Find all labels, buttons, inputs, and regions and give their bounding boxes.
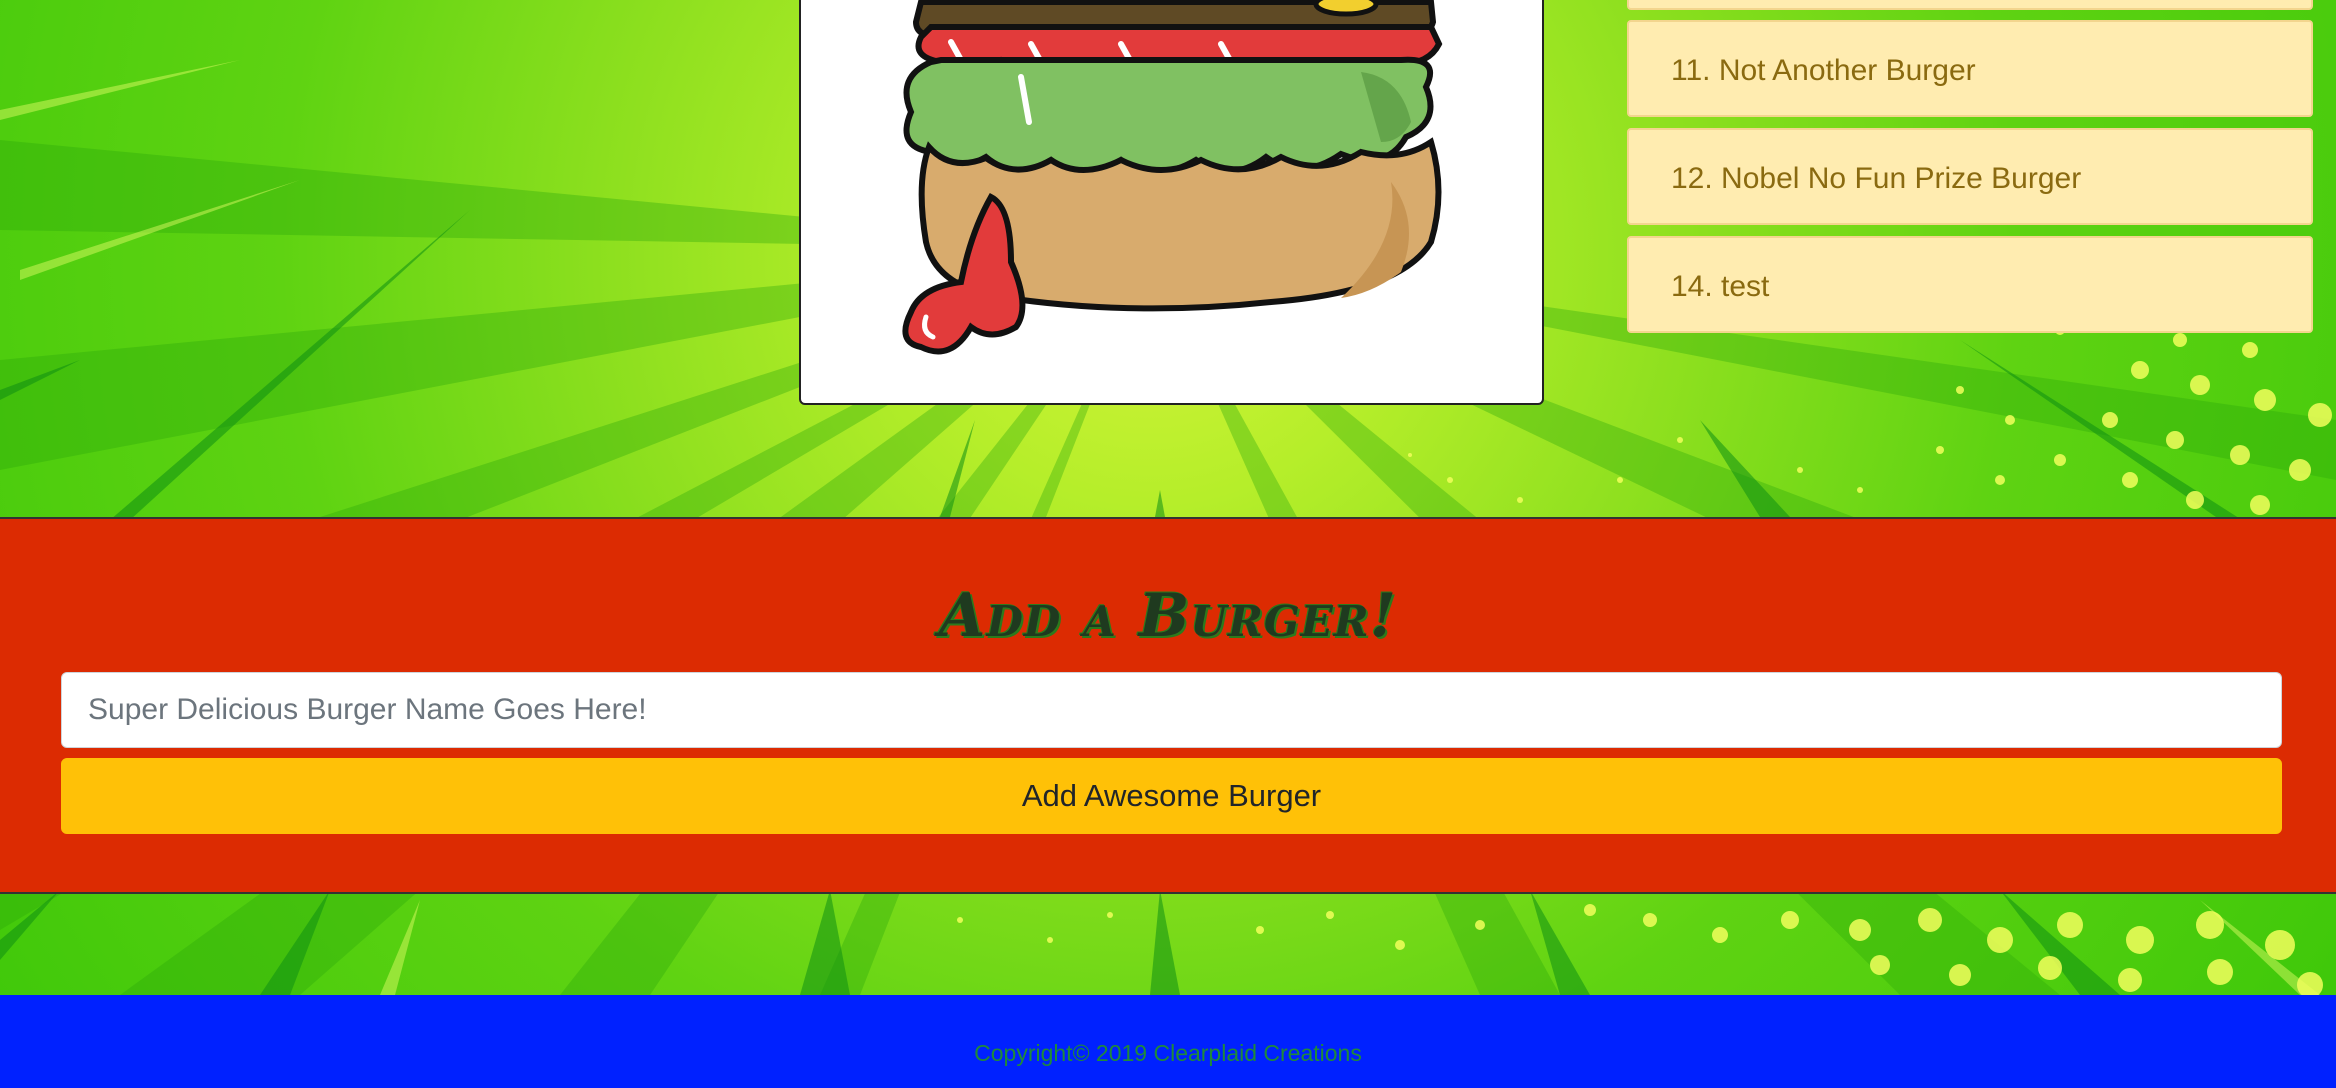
- copyright-text: Copyright© 2019 Clearplaid Creations: [974, 1040, 1362, 1066]
- add-burger-button[interactable]: Add Awesome Burger: [61, 758, 2282, 834]
- burger-image: [799, 0, 1544, 405]
- list-item-label: 12. Nobel No Fun Prize Burger: [1671, 162, 2082, 195]
- burger-name-input[interactable]: [61, 672, 2282, 748]
- list-item[interactable]: [1627, 0, 2313, 10]
- add-burger-title: Add a Burger!: [938, 581, 1398, 651]
- list-item[interactable]: 12. Nobel No Fun Prize Burger: [1627, 128, 2313, 225]
- add-burger-section: Add a Burger! Add Awesome Burger: [0, 517, 2336, 894]
- footer: Copyright© 2019 Clearplaid Creations: [0, 995, 2336, 1088]
- list-item-label: 14. test: [1671, 270, 1770, 303]
- list-item[interactable]: 11. Not Another Burger: [1627, 20, 2313, 117]
- burger-illustration-icon: [902, 0, 1443, 355]
- list-item[interactable]: 14. test: [1627, 236, 2313, 333]
- list-item-label: 11. Not Another Burger: [1671, 54, 1976, 87]
